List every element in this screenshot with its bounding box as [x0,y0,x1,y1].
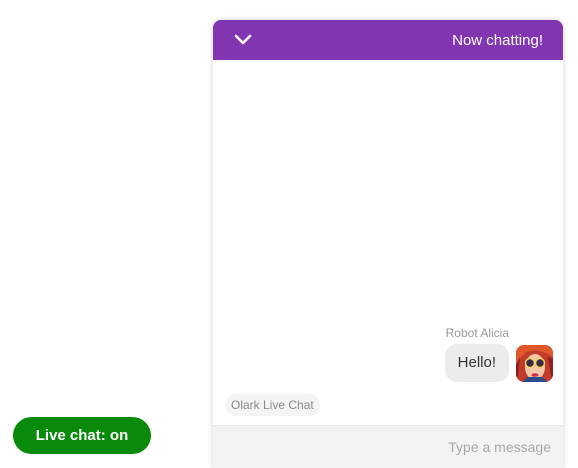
chat-header-title: Now chatting! [452,32,543,49]
branding-label[interactable]: Olark Live Chat [225,394,320,416]
chat-message-area: Robot Alicia Hello! Olark Live Chat [213,60,563,425]
message-input[interactable] [223,426,553,468]
chevron-down-icon-glyph [234,34,252,45]
chat-input-area [213,425,563,468]
page: Now chatting! Robot Alicia Hello! Olark … [0,0,578,468]
chat-widget: Now chatting! Robot Alicia Hello! Olark … [213,20,563,468]
avatar [516,345,553,382]
message-author: Robot Alicia [445,326,509,340]
live-chat-toggle-button[interactable]: Live chat: on [13,417,151,454]
operator-avatar-image [516,345,553,382]
message-bubble: Hello! [444,344,509,382]
chat-header[interactable]: Now chatting! [213,20,563,60]
chevron-down-icon[interactable] [231,30,255,50]
